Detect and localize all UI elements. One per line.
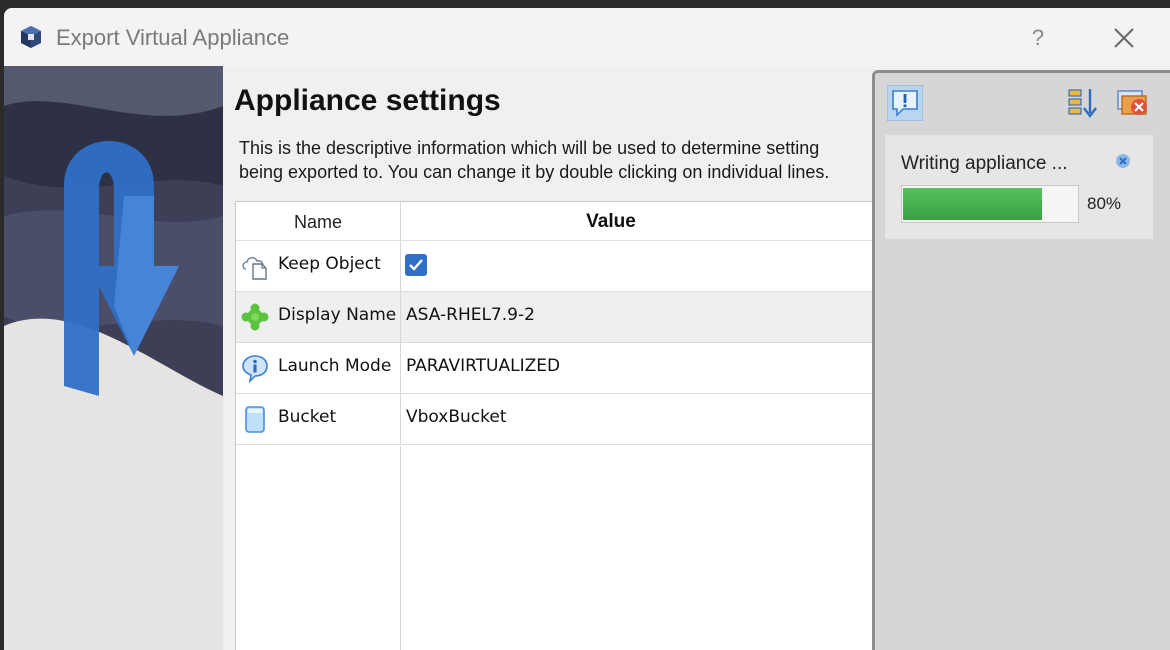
name-cell: Launch Mode bbox=[236, 343, 401, 393]
row-label: Display Name bbox=[278, 305, 397, 325]
window-title: Export Virtual Appliance bbox=[56, 25, 290, 50]
sort-order-icon[interactable] bbox=[1065, 85, 1101, 121]
table-row-display-name[interactable]: Display Name ASA-RHEL7.9-2 bbox=[236, 292, 936, 343]
green-puzzle-icon bbox=[241, 303, 269, 331]
appliance-settings-table[interactable]: Name Value Keep Object Display Name ASA-… bbox=[235, 201, 936, 650]
name-cell: Display Name bbox=[236, 292, 401, 342]
table-header: Name Value bbox=[236, 202, 936, 241]
column-header-value[interactable]: Value bbox=[401, 202, 821, 240]
table-row-launch-mode[interactable]: Launch Mode PARAVIRTUALIZED bbox=[236, 343, 936, 394]
virtualbox-icon bbox=[21, 26, 41, 48]
column-header-name[interactable]: Name bbox=[236, 202, 401, 240]
progress-fill bbox=[903, 188, 1042, 220]
cloud-document-icon bbox=[242, 256, 267, 280]
page-title: Appliance settings bbox=[234, 84, 501, 117]
page-description: This is the descriptive information whic… bbox=[239, 136, 879, 184]
title-bar[interactable]: Export Virtual Appliance ? bbox=[4, 8, 1170, 66]
name-cell: Keep Object bbox=[236, 241, 401, 291]
help-button[interactable]: ? bbox=[1012, 20, 1064, 56]
table-row-keep-object[interactable]: Keep Object bbox=[236, 241, 936, 292]
dismiss-all-icon[interactable] bbox=[1115, 85, 1151, 121]
checkmark-icon bbox=[409, 259, 423, 271]
name-column-empty-area bbox=[236, 446, 401, 650]
notification-center: Writing appliance ... 80% bbox=[872, 70, 1170, 650]
keep-object-checkbox[interactable] bbox=[405, 254, 427, 276]
progress-percent-label: 80% bbox=[1087, 194, 1122, 213]
row-label: Bucket bbox=[278, 407, 337, 427]
cancel-icon[interactable] bbox=[1115, 153, 1131, 169]
bucket-icon bbox=[245, 406, 265, 433]
close-icon[interactable] bbox=[1098, 20, 1150, 56]
bucket-value[interactable]: VboxBucket bbox=[406, 407, 507, 427]
name-cell: Bucket bbox=[236, 394, 401, 444]
row-label: Keep Object bbox=[278, 254, 381, 274]
table-row-bucket[interactable]: Bucket VboxBucket bbox=[236, 394, 936, 445]
display-name-value[interactable]: ASA-RHEL7.9-2 bbox=[406, 305, 535, 325]
info-icon bbox=[242, 355, 268, 383]
export-progress-bar bbox=[901, 185, 1079, 223]
notification-message: Writing appliance ... bbox=[901, 153, 1068, 174]
launch-mode-value[interactable]: PARAVIRTUALIZED bbox=[406, 356, 560, 376]
progress-notification-card: Writing appliance ... 80% bbox=[885, 135, 1153, 239]
description-line-2: being exported to. You can change it by … bbox=[239, 162, 830, 182]
description-line-1: This is the descriptive information whic… bbox=[239, 138, 820, 158]
message-alert-icon[interactable] bbox=[887, 85, 923, 121]
wizard-watermark-image bbox=[4, 66, 223, 650]
row-label: Launch Mode bbox=[278, 356, 392, 376]
